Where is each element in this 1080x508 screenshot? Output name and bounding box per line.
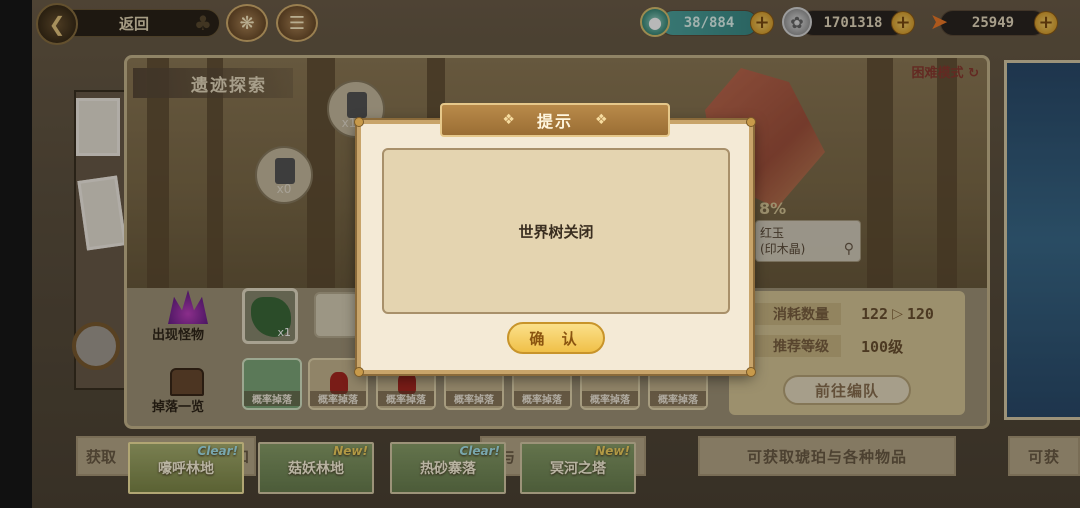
left-edge-bar	[0, 0, 32, 508]
ornament-icon: ❖	[502, 112, 515, 128]
corner-ornament	[746, 367, 756, 377]
corner-ornament	[746, 117, 756, 127]
corner-ornament	[354, 117, 364, 127]
confirm-button[interactable]: 确 认	[507, 322, 605, 354]
dialog-title: 提示	[536, 112, 573, 131]
ornament-icon: ❖	[595, 112, 608, 128]
dialog-message: 世界树关闭	[518, 222, 594, 241]
dialog-header: ❖ 提示 ❖	[440, 103, 670, 137]
corner-ornament	[354, 367, 364, 377]
dialog-message-box: 世界树关闭	[382, 148, 730, 314]
